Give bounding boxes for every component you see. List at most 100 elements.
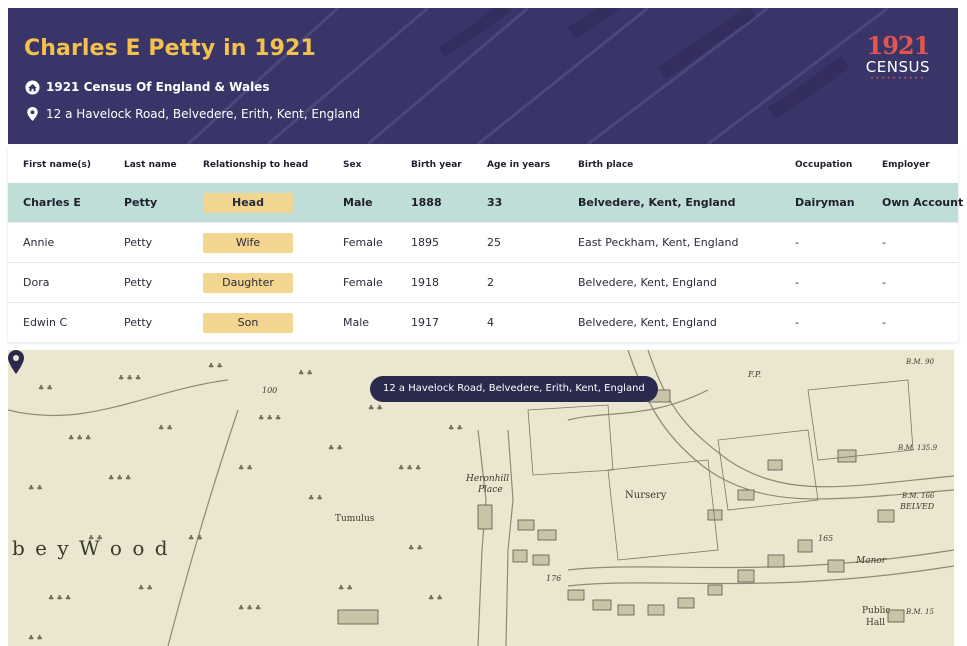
svg-text:♣ ♣: ♣ ♣ (208, 362, 223, 370)
svg-text:♣ ♣: ♣ ♣ (188, 534, 203, 542)
svg-text:♣ ♣ ♣: ♣ ♣ ♣ (398, 464, 421, 472)
map-label-100: 100 (262, 386, 278, 395)
table-header-row: First name(s) Last name Relationship to … (8, 146, 958, 183)
cell-age: 25 (472, 222, 563, 263)
svg-text:♣ ♣: ♣ ♣ (368, 404, 383, 412)
svg-text:♣ ♣: ♣ ♣ (138, 584, 153, 592)
cell-age: 4 (472, 302, 563, 342)
collection-line: 1921 Census Of England & Wales (24, 79, 269, 95)
svg-text:♣ ♣: ♣ ♣ (408, 544, 423, 552)
relationship-badge: Head (203, 192, 293, 213)
cell-birth-year: 1918 (396, 262, 472, 303)
map-label-176: 176 (546, 574, 562, 583)
svg-text:♣ ♣: ♣ ♣ (338, 584, 353, 592)
column-header: Last name (124, 159, 177, 170)
table-row[interactable]: Charles E Petty Head Male 1888 33 Belved… (8, 183, 963, 223)
census-logo: 1921 CENSUS •••••••••• (865, 31, 931, 82)
historical-map[interactable]: ♣ ♣ ♣ ♣ ♣ ♣ ♣ ♣ ♣ ♣ ♣ ♣ ♣ ♣ ♣ ♣ ♣ ♣ ♣ ♣ ♣ ♣ ♣ … (8, 350, 954, 646)
map-label-bm-mid: B.M. 135.9 (898, 444, 938, 452)
cell-birth-place: Belvedere, Kent, England (563, 183, 780, 223)
svg-text:♣ ♣: ♣ ♣ (158, 424, 173, 432)
cell-first-name: Edwin C (8, 302, 109, 342)
svg-text:♣ ♣ ♣: ♣ ♣ ♣ (118, 374, 141, 382)
cell-sex: Female (328, 262, 396, 303)
svg-text:♣ ♣: ♣ ♣ (298, 369, 313, 377)
address-text: 12 a Havelock Road, Belvedere, Erith, Ke… (46, 107, 361, 121)
svg-text:♣ ♣ ♣: ♣ ♣ ♣ (68, 434, 91, 442)
relationship-badge: Wife (203, 232, 293, 253)
map-label-belved: BELVED (900, 502, 935, 511)
column-header: Age in years (487, 159, 551, 170)
cell-first-name: Annie (8, 222, 109, 263)
column-header: Sex (343, 159, 362, 170)
svg-text:♣ ♣ ♣: ♣ ♣ ♣ (48, 594, 71, 602)
cell-occupation: Dairyman (780, 183, 867, 223)
record-header-banner: Charles E Petty in 1921 1921 Census Of E… (8, 8, 958, 144)
table-row[interactable]: Dora Petty Daughter Female 1918 2 Belved… (8, 262, 958, 303)
household-table: First name(s) Last name Relationship to … (8, 146, 963, 342)
svg-text:♣ ♣: ♣ ♣ (428, 594, 443, 602)
svg-text:♣ ♣: ♣ ♣ (448, 424, 463, 432)
map-label-manor: Manor (856, 556, 887, 566)
cell-birth-place: East Peckham, Kent, England (563, 222, 780, 263)
cell-occupation: - (780, 222, 867, 263)
cell-employer: Own Account (867, 183, 963, 223)
relationship-badge: Son (203, 312, 293, 333)
svg-text:♣ ♣: ♣ ♣ (238, 464, 253, 472)
column-header: First name(s) (23, 159, 92, 170)
column-header: Birth year (411, 159, 462, 170)
column-header: Occupation (795, 159, 853, 170)
map-label-bm-low: B.M. 166 (902, 492, 935, 500)
house-icon (24, 79, 40, 95)
cell-age: 2 (472, 262, 563, 303)
map-label-heronhill: Heronhill (466, 474, 510, 484)
svg-text:♣ ♣: ♣ ♣ (28, 634, 43, 642)
collection-name: 1921 Census Of England & Wales (46, 80, 270, 94)
map-pin-icon (24, 106, 40, 122)
cell-occupation: - (780, 262, 867, 303)
cell-sex: Male (328, 183, 396, 223)
relationship-badge: Daughter (203, 272, 293, 293)
table-row[interactable]: Edwin C Petty Son Male 1917 4 Belvedere,… (8, 302, 958, 342)
cell-employer: - (867, 302, 958, 342)
svg-text:♣ ♣: ♣ ♣ (328, 444, 343, 452)
cell-employer: - (867, 262, 958, 303)
cell-last-name: Petty (109, 222, 188, 263)
column-header: Relationship to head (203, 159, 309, 170)
cell-employer: - (867, 222, 958, 263)
column-header: Birth place (578, 159, 634, 170)
cell-occupation: - (780, 302, 867, 342)
svg-text:♣ ♣ ♣: ♣ ♣ ♣ (108, 474, 131, 482)
cell-last-name: Petty (109, 262, 188, 303)
map-label-place: Place (478, 485, 503, 495)
cell-birth-year: 1895 (396, 222, 472, 263)
svg-text:♣ ♣ ♣: ♣ ♣ ♣ (258, 414, 281, 422)
svg-text:♣ ♣: ♣ ♣ (38, 384, 53, 392)
svg-text:♣ ♣: ♣ ♣ (308, 494, 323, 502)
cell-birth-year: 1917 (396, 302, 472, 342)
address-line: 12 a Havelock Road, Belvedere, Erith, Ke… (24, 106, 360, 122)
map-address-tooltip: 12 a Havelock Road, Belvedere, Erith, Ke… (370, 376, 658, 402)
table-row[interactable]: Annie Petty Wife Female 1895 25 East Pec… (8, 222, 958, 263)
cell-birth-place: Belvedere, Kent, England (563, 262, 780, 303)
map-label-wood: b e y W o o d (12, 536, 170, 560)
cell-birth-place: Belvedere, Kent, England (563, 302, 780, 342)
cell-birth-year: 1888 (396, 183, 472, 223)
map-label-fp: F.P. (748, 370, 762, 379)
cell-sex: Male (328, 302, 396, 342)
map-label-bm-top: B.M. 90 (906, 358, 934, 366)
map-label-nursery: Nursery (625, 490, 667, 501)
svg-text:♣ ♣: ♣ ♣ (28, 484, 43, 492)
cell-first-name: Charles E (8, 183, 109, 223)
cell-last-name: Petty (109, 302, 188, 342)
household-table-card: First name(s) Last name Relationship to … (8, 146, 963, 342)
page-title: Charles E Petty in 1921 (24, 36, 316, 61)
aerial-photo-texture (186, 8, 889, 144)
map-marker-icon[interactable] (8, 350, 24, 374)
cell-age: 33 (472, 183, 563, 223)
map-label-public: Public (862, 606, 891, 616)
map-label-bm-bottom: B.M. 15 (906, 608, 934, 616)
map-label-165: 165 (818, 534, 834, 543)
map-label-hall: Hall (866, 618, 885, 628)
cell-first-name: Dora (8, 262, 109, 303)
